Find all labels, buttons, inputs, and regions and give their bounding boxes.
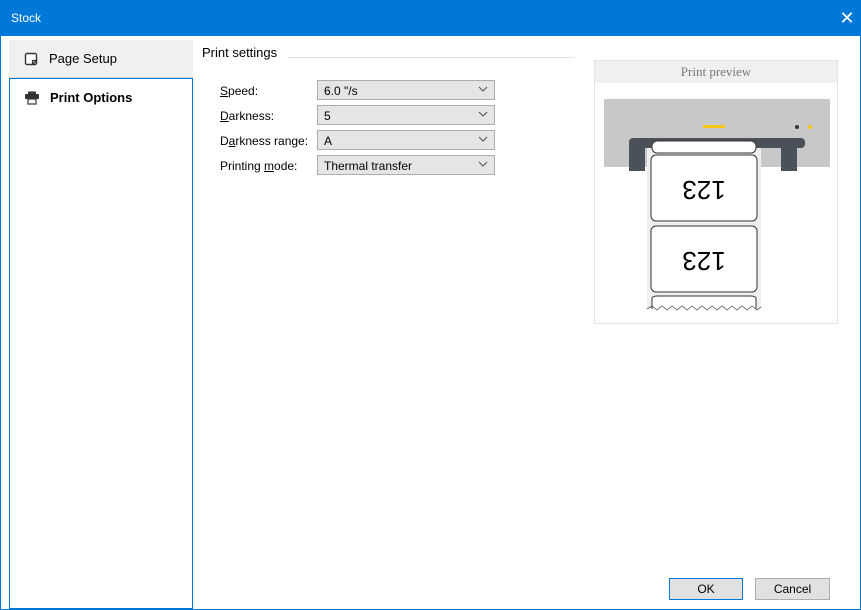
label-1-text: 123 [682, 175, 725, 205]
darkness-value: 5 [324, 109, 331, 123]
sidebar-item-label: Page Setup [49, 51, 117, 66]
label-partial-top [651, 140, 757, 154]
power-indicator-dark [795, 125, 799, 129]
ok-button[interactable]: OK [669, 578, 743, 600]
title-bar: Stock ✕ [0, 0, 861, 36]
darkness-range-label: Darkness range: [220, 134, 309, 148]
section-title-print-settings: Print settings [202, 45, 278, 60]
chevron-down-icon [478, 136, 488, 142]
darkness-range-dropdown[interactable]: A [317, 130, 495, 150]
cancel-button[interactable]: Cancel [755, 578, 830, 600]
sidebar-item-label: Print Options [50, 90, 133, 105]
sidebar-active-panel [9, 114, 193, 609]
page-setup-icon [23, 51, 39, 67]
close-icon[interactable]: ✕ [833, 0, 861, 36]
printer-slot-right [781, 143, 797, 171]
speed-dropdown[interactable]: 6.0 "/s [317, 80, 495, 100]
sidebar-item-page-setup[interactable]: Page Setup [9, 40, 193, 78]
chevron-down-icon [478, 86, 488, 92]
window-title: Stock [11, 11, 42, 25]
chevron-down-icon [478, 161, 488, 167]
printing-mode-dropdown[interactable]: Thermal transfer [317, 155, 495, 175]
speed-label: Speed: [220, 84, 259, 98]
darkness-dropdown[interactable]: 5 [317, 105, 495, 125]
sidebar-item-print-options[interactable]: Print Options [9, 78, 193, 116]
printer-icon [24, 90, 40, 106]
status-light [703, 125, 725, 128]
printer-slot-left [629, 143, 645, 171]
print-preview-title: Print preview [595, 61, 837, 83]
power-indicator-light [808, 125, 812, 129]
print-preview-panel: Print preview 123 123 [594, 60, 838, 324]
printing-mode-value: Thermal transfer [324, 159, 413, 173]
section-divider [288, 57, 574, 58]
label-2-text: 123 [682, 246, 725, 276]
darkness-range-value: A [324, 134, 333, 148]
chevron-down-icon [478, 111, 488, 117]
darkness-label: Darkness: [220, 109, 275, 123]
printer-illustration: 123 123 [604, 99, 830, 311]
printing-mode-label: Printing mode: [220, 159, 298, 173]
speed-value: 6.0 "/s [324, 84, 358, 98]
sidebar: Page Setup Print Options [1, 36, 193, 609]
